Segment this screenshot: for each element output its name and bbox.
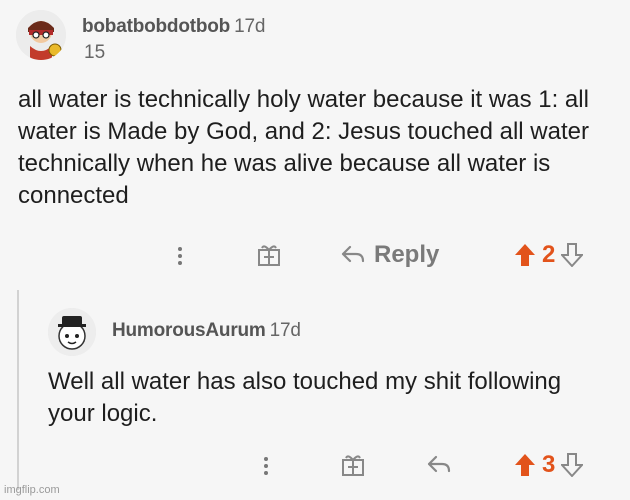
avatar[interactable] — [16, 10, 66, 60]
avatar-image — [48, 308, 96, 356]
comment-body: all water is technically holy water beca… — [18, 86, 589, 209]
comment-author[interactable]: bobatbobdotbob 17d — [82, 16, 265, 38]
upvote-arrow-icon[interactable] — [514, 453, 536, 477]
more-options-icon[interactable] — [176, 244, 184, 268]
comment-author[interactable]: HumorousAurum 17d — [112, 320, 301, 342]
more-options-icon[interactable] — [262, 454, 270, 478]
username[interactable]: HumorousAurum — [112, 320, 266, 341]
watermark: imgflip.com — [4, 484, 60, 496]
reply-arrow-icon — [427, 455, 451, 473]
vote-controls: 3 — [514, 450, 584, 480]
reply-label: Reply — [374, 241, 440, 268]
vote-controls: 2 — [514, 240, 584, 270]
timestamp: 17d — [269, 320, 301, 341]
avatar-image — [16, 10, 66, 60]
username[interactable]: bobatbobdotbob — [82, 16, 230, 37]
upvote-arrow-icon[interactable] — [514, 243, 536, 267]
award-icon[interactable] — [338, 450, 368, 480]
reply-button[interactable]: Reply — [340, 238, 439, 272]
downvote-arrow-icon[interactable] — [561, 243, 584, 267]
award-icon[interactable] — [254, 240, 284, 270]
user-flair: 15 — [84, 42, 106, 63]
vote-score: 3 — [542, 451, 556, 478]
downvote-arrow-icon[interactable] — [561, 453, 584, 477]
reply-arrow-icon — [341, 245, 365, 263]
reply-button[interactable] — [426, 450, 452, 480]
avatar[interactable] — [48, 308, 96, 356]
timestamp: 17d — [234, 16, 266, 37]
vote-score: 2 — [542, 241, 556, 268]
comment-actions: Reply 2 — [0, 236, 630, 276]
comment-body: Well all water has also touched my shit … — [48, 368, 562, 427]
comment-actions: 3 — [0, 446, 630, 486]
comment-1: bobatbobdotbob 17d 15 all water is techni… — [0, 0, 630, 290]
